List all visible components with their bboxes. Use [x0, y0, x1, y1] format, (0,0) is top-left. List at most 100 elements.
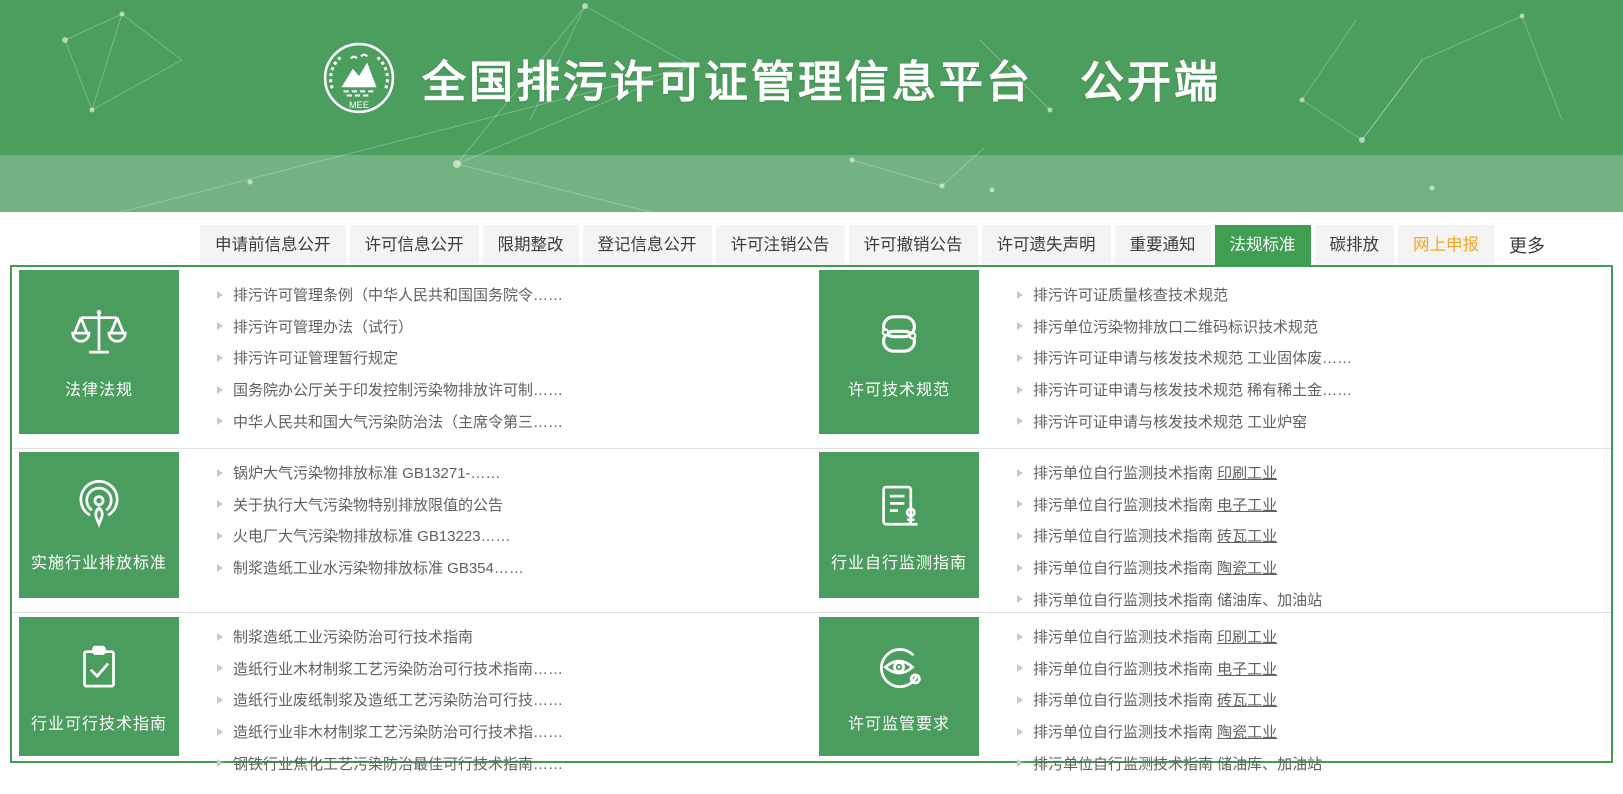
list-item-label: 排污许可证申请与核发技术规范 稀有稀土金……	[1033, 382, 1353, 400]
list-item[interactable]: 排污单位污染物排放口二维码标识技术规范	[1017, 311, 1611, 343]
category-industry-emission-standards[interactable]: 实施行业排放标准	[19, 452, 179, 598]
triangle-bullet-icon	[1017, 290, 1023, 299]
list-item[interactable]: 造纸行业废纸制浆及造纸工艺污染防治可行技……	[217, 684, 812, 716]
list-item[interactable]: 制浆造纸工业水污染物排放标准 GB354……	[217, 552, 812, 584]
list-item-label: 造纸行业木材制浆工艺污染防治可行技术指南……	[233, 660, 564, 678]
category-column: 行业可行技术指南	[12, 613, 179, 761]
tab-registration-disclosure[interactable]: 登记信息公开	[582, 225, 712, 265]
category-self-monitoring-guides[interactable]: 行业自行监测指南	[819, 452, 979, 598]
list-item[interactable]: 排污许可证申请与核发技术规范 稀有稀土金……	[1017, 374, 1611, 406]
list-item[interactable]: 排污单位自行监测技术指南 印刷工业	[1017, 621, 1611, 653]
triangle-bullet-icon	[217, 695, 223, 704]
list-item[interactable]: 造纸行业木材制浆工艺污染防治可行技术指南……	[217, 653, 812, 685]
list-item[interactable]: 排污许可证质量核查技术规范	[1017, 279, 1611, 311]
list-item-label: 造纸行业非木材制浆工艺污染防治可行技术指……	[233, 724, 564, 742]
tab-permit-loss-statement[interactable]: 许可遗失声明	[981, 225, 1111, 265]
list-item[interactable]: 排污单位自行监测技术指南 电子工业	[1017, 653, 1611, 685]
list-item-label: 排污许可证管理暂行规定	[233, 350, 399, 368]
tech-spec-link-icon	[870, 305, 928, 363]
tab-online-application[interactable]: 网上申报	[1398, 225, 1494, 265]
content-row: 法律法规 排污许可管理条例（中华人民共和国国务院令…… 排污许可管理办法（试行）…	[12, 267, 1611, 448]
list-item[interactable]: 排污单位自行监测技术指南 储油库、加油站	[1017, 583, 1611, 615]
triangle-bullet-icon	[1017, 664, 1023, 673]
header-band-light	[0, 155, 1623, 212]
tab-regulations-standards[interactable]: 法规标准	[1214, 225, 1311, 265]
triangle-bullet-icon	[217, 385, 223, 394]
category-column: 行业自行监测指南	[812, 449, 979, 612]
list-item-label: 排污许可管理办法（试行）	[233, 318, 414, 336]
list-item[interactable]: 排污许可证申请与核发技术规范 工业炉窑	[1017, 405, 1611, 437]
list-item-label: 排污许可证质量核查技术规范	[1033, 287, 1229, 305]
tab-permit-revocation-notice[interactable]: 许可撤销公告	[848, 225, 978, 265]
list-item-label: 国务院办公厅关于印发控制污染物排放许可制……	[233, 382, 564, 400]
list-item[interactable]: 排污单位自行监测技术指南 储油库、加油站	[1017, 747, 1611, 779]
tab-permit-cancellation-notice[interactable]: 许可注销公告	[715, 225, 845, 265]
triangle-bullet-icon	[217, 632, 223, 641]
tab-pre-application-disclosure[interactable]: 申请前信息公开	[200, 225, 346, 265]
list-item-label: 锅炉大气污染物排放标准 GB13271-……	[233, 465, 501, 483]
section-item-list: 制浆造纸工业污染防治可行技术指南 造纸行业木材制浆工艺污染防治可行技术指南…… …	[179, 613, 812, 773]
list-item[interactable]: 中华人民共和国大气污染防治法（主席令第三……	[217, 405, 812, 437]
category-permit-supervision-requirements[interactable]: 许可监管要求	[819, 617, 979, 756]
category-law-regulations[interactable]: 法律法规	[19, 270, 179, 434]
tab-deadline-rectification[interactable]: 限期整改	[482, 225, 579, 265]
category-label: 行业自行监测指南	[830, 554, 967, 572]
list-item[interactable]: 排污单位自行监测技术指南 陶瓷工业	[1017, 552, 1611, 584]
triangle-bullet-icon	[1017, 695, 1023, 704]
more-link[interactable]: 更多	[1509, 232, 1545, 258]
list-item-label: 钢铁行业焦化工艺污染防治最佳可行技术指南……	[233, 755, 564, 773]
list-item[interactable]: 排污单位自行监测技术指南 电子工业	[1017, 489, 1611, 521]
list-item-label: 排污单位自行监测技术指南 陶瓷工业	[1033, 560, 1278, 578]
list-item[interactable]: 排污单位自行监测技术指南 陶瓷工业	[1017, 716, 1611, 748]
list-item-label: 排污单位自行监测技术指南 电子工业	[1033, 496, 1278, 514]
triangle-bullet-icon	[217, 468, 223, 477]
triangle-bullet-icon	[217, 353, 223, 362]
broadcast-icon	[70, 478, 128, 536]
list-item[interactable]: 排污单位自行监测技术指南 砖瓦工业	[1017, 520, 1611, 552]
triangle-bullet-icon	[1017, 632, 1023, 641]
tab-important-notice[interactable]: 重要通知	[1114, 225, 1211, 265]
content-panel: 法律法规 排污许可管理条例（中华人民共和国国务院令…… 排污许可管理办法（试行）…	[10, 265, 1613, 773]
list-item[interactable]: 排污单位自行监测技术指南 印刷工业	[1017, 457, 1611, 489]
triangle-bullet-icon	[1017, 727, 1023, 736]
list-item-label: 排污许可管理条例（中华人民共和国国务院令……	[233, 287, 564, 305]
list-item-label: 排污单位自行监测技术指南 电子工业	[1033, 660, 1278, 678]
list-item[interactable]: 钢铁行业焦化工艺污染防治最佳可行技术指南……	[217, 747, 812, 779]
list-item-label: 排污单位污染物排放口二维码标识技术规范	[1033, 318, 1319, 336]
category-label: 法律法规	[64, 381, 133, 399]
category-feasible-tech-guides[interactable]: 行业可行技术指南	[19, 617, 179, 756]
section-item-list: 排污许可管理条例（中华人民共和国国务院令…… 排污许可管理办法（试行） 排污许可…	[179, 267, 812, 448]
triangle-bullet-icon	[217, 727, 223, 736]
page-title: 全国排污许可证管理信息平台 公开端	[422, 57, 1221, 107]
category-column: 法律法规	[12, 267, 179, 448]
list-item-label: 中华人民共和国大气污染防治法（主席令第三……	[233, 413, 564, 431]
list-item[interactable]: 关于执行大气污染物特别排放限值的公告	[217, 489, 812, 521]
list-item[interactable]: 制浆造纸工业污染防治可行技术指南	[217, 621, 812, 653]
list-item-label: 制浆造纸工业水污染物排放标准 GB354……	[233, 560, 524, 578]
tab-permit-info-disclosure[interactable]: 许可信息公开	[349, 225, 479, 265]
list-item[interactable]: 国务院办公厅关于印发控制污染物排放许可制……	[217, 374, 812, 406]
list-item[interactable]: 排污单位自行监测技术指南 砖瓦工业	[1017, 684, 1611, 716]
list-item[interactable]: 造纸行业非木材制浆工艺污染防治可行技术指……	[217, 716, 812, 748]
eye-monitor-icon	[870, 639, 928, 697]
list-item[interactable]: 排污许可管理条例（中华人民共和国国务院令……	[217, 279, 812, 311]
triangle-bullet-icon	[1017, 468, 1023, 477]
tab-carbon-emission[interactable]: 碳排放	[1314, 225, 1394, 265]
category-label: 实施行业排放标准	[30, 554, 167, 572]
list-item[interactable]: 排污许可管理办法（试行）	[217, 311, 812, 343]
list-item[interactable]: 锅炉大气污染物排放标准 GB13271-……	[217, 457, 812, 489]
category-column: 许可监管要求	[812, 613, 979, 761]
category-label: 许可技术规范	[847, 381, 950, 399]
list-item-label: 制浆造纸工业污染防治可行技术指南	[233, 629, 474, 647]
category-label: 许可监管要求	[847, 716, 950, 733]
triangle-bullet-icon	[1017, 417, 1023, 426]
list-item-label: 排污单位自行监测技术指南 储油库、加油站	[1033, 755, 1323, 773]
triangle-bullet-icon	[217, 664, 223, 673]
list-item[interactable]: 排污许可证管理暂行规定	[217, 342, 812, 374]
category-permit-tech-specs[interactable]: 许可技术规范	[819, 270, 979, 434]
content-row: 实施行业排放标准 锅炉大气污染物排放标准 GB13271-…… 关于执行大气污染…	[12, 448, 1611, 612]
list-item[interactable]: 火电厂大气污染物排放标准 GB13223……	[217, 520, 812, 552]
document-stamp-icon	[870, 478, 928, 536]
list-item[interactable]: 排污许可证申请与核发技术规范 工业固体废……	[1017, 342, 1611, 374]
triangle-bullet-icon	[217, 500, 223, 509]
